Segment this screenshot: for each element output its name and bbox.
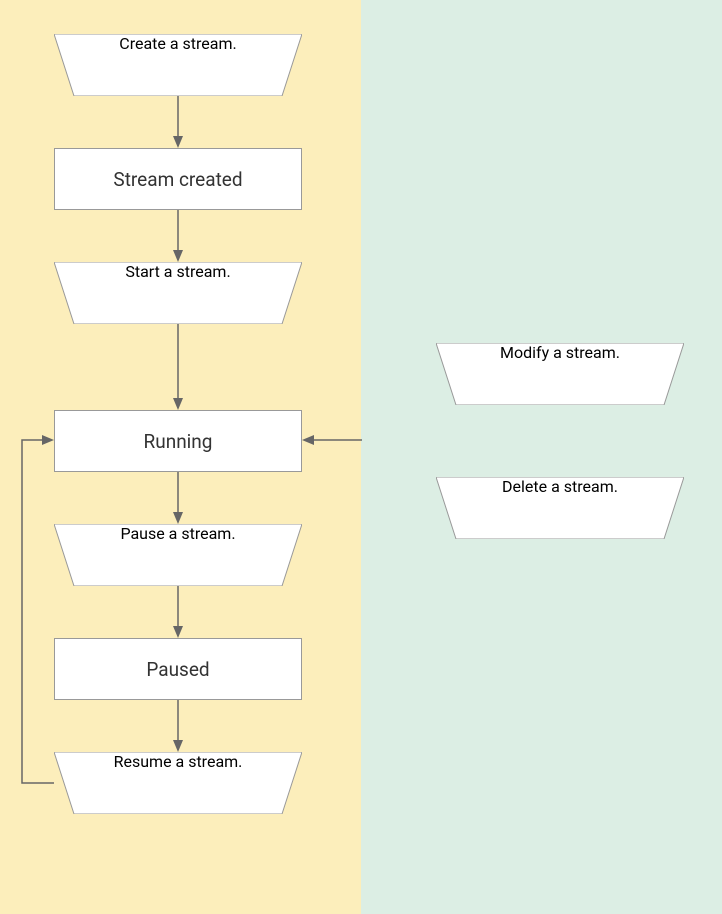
arrow-down-icon	[170, 96, 186, 148]
node-create-stream: Create a stream.	[54, 34, 302, 96]
node-label: Modify a stream.	[436, 343, 684, 362]
node-modify-stream: Modify a stream.	[436, 343, 684, 405]
arrow-down-icon	[170, 324, 186, 410]
node-label: Stream created	[113, 168, 242, 191]
node-label: Pause a stream.	[54, 524, 302, 543]
node-resume-stream: Resume a stream.	[54, 752, 302, 814]
node-stream-created: Stream created	[54, 148, 302, 210]
node-label: Running	[144, 430, 213, 453]
flowchart-container: Create a stream. Stream created Start a …	[0, 0, 722, 914]
right-panel	[361, 0, 722, 914]
arrow-down-icon	[170, 586, 186, 638]
arrow-down-icon	[170, 700, 186, 752]
node-label: Start a stream.	[54, 262, 302, 281]
node-label: Paused	[146, 658, 209, 681]
node-delete-stream: Delete a stream.	[436, 477, 684, 539]
node-label: Create a stream.	[54, 34, 302, 53]
node-label: Resume a stream.	[54, 752, 302, 771]
arrow-down-icon	[170, 210, 186, 262]
node-label: Delete a stream.	[436, 477, 684, 496]
node-pause-stream: Pause a stream.	[54, 524, 302, 586]
loop-arrow-icon	[10, 434, 70, 794]
node-paused: Paused	[54, 638, 302, 700]
node-running: Running	[54, 410, 302, 472]
arrow-down-icon	[170, 472, 186, 524]
arrow-left-icon	[302, 432, 362, 448]
node-start-stream: Start a stream.	[54, 262, 302, 324]
